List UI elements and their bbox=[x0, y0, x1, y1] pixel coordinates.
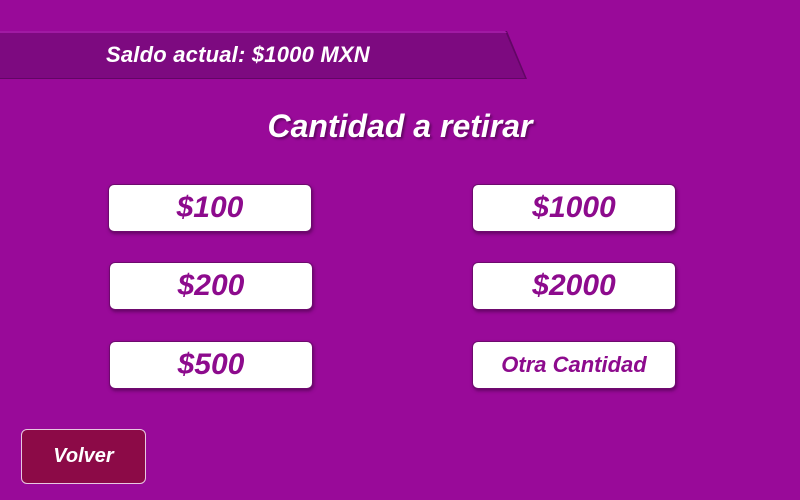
amount-500-button[interactable]: $500 bbox=[109, 341, 313, 389]
back-button[interactable]: Volver bbox=[21, 429, 146, 484]
amount-100-button[interactable]: $100 bbox=[108, 184, 312, 232]
current-balance-label: Saldo actual: $1000 MXN bbox=[106, 42, 370, 67]
amount-1000-button[interactable]: $1000 bbox=[472, 184, 676, 232]
withdraw-screen: Saldo actual: $1000 MXN Cantidad a retir… bbox=[0, 0, 800, 500]
amount-200-button[interactable]: $200 bbox=[109, 262, 313, 310]
amount-2000-button[interactable]: $2000 bbox=[472, 262, 676, 310]
page-title: Cantidad a retirar bbox=[267, 108, 533, 144]
other-amount-button[interactable]: Otra Cantidad bbox=[472, 341, 676, 389]
balance-banner: Saldo actual: $1000 MXN bbox=[0, 31, 527, 79]
